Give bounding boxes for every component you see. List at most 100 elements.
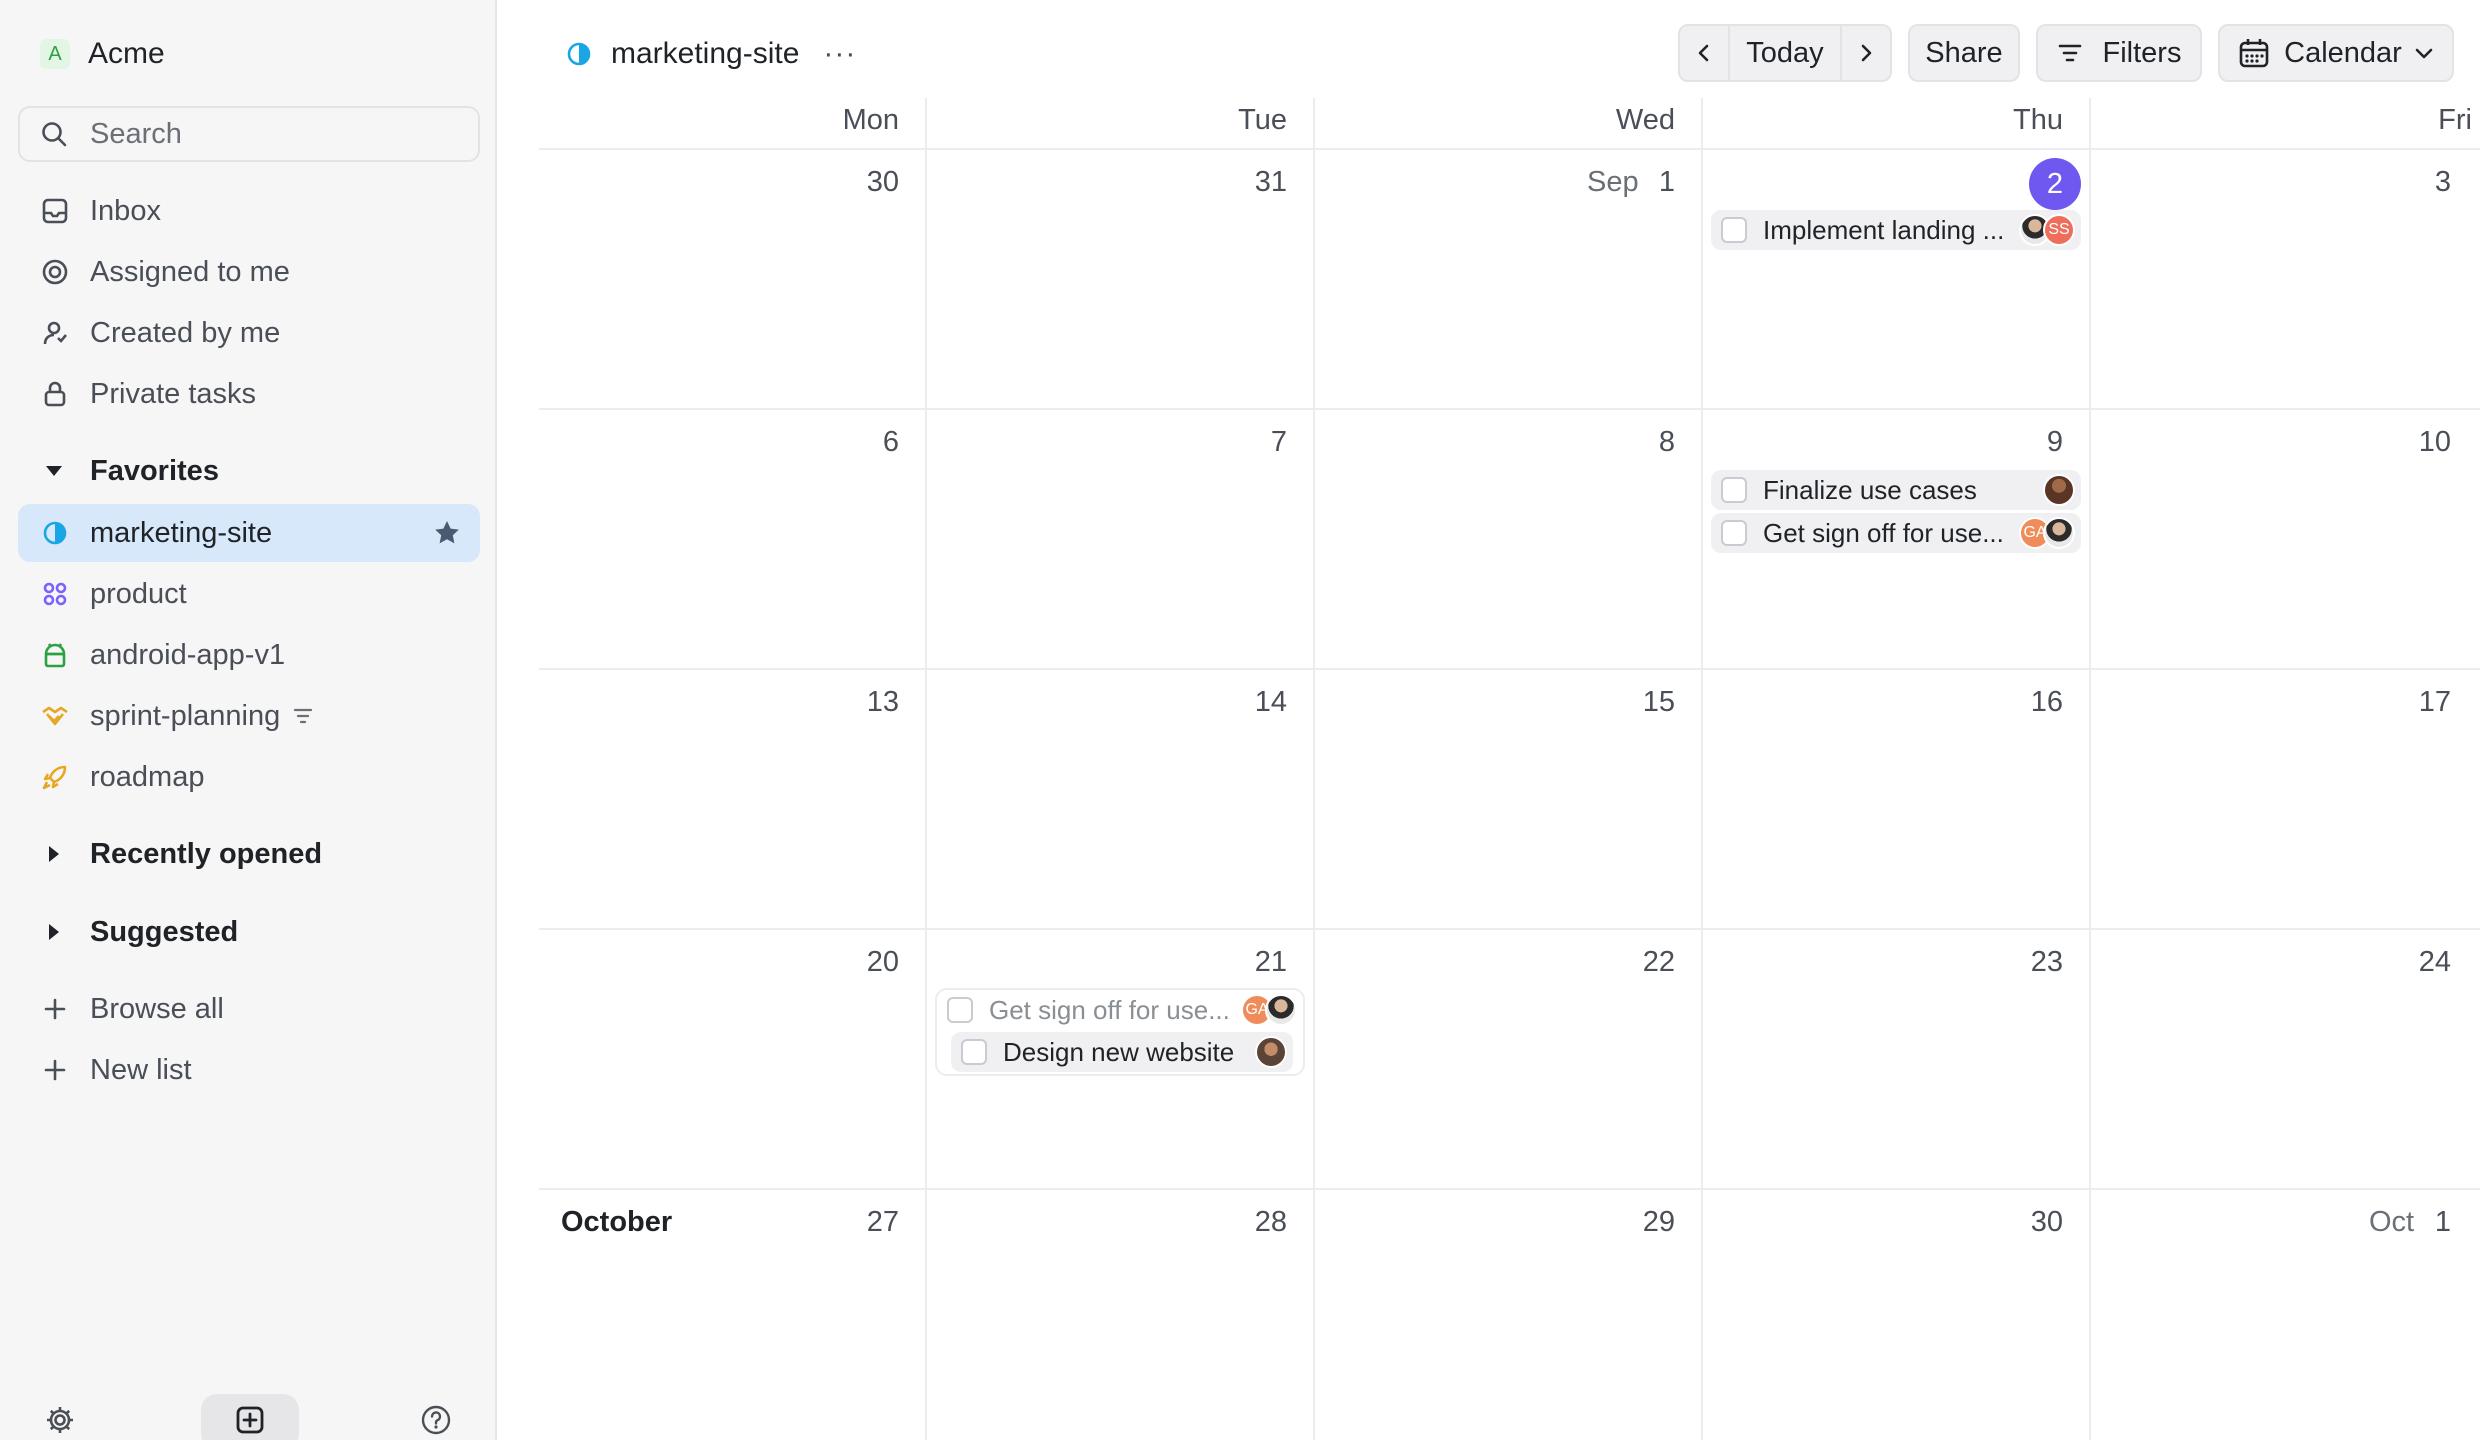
today-day-number[interactable]: 2 — [2029, 158, 2081, 210]
chevron-down-icon — [2414, 43, 2434, 63]
grid-line — [539, 408, 2480, 410]
settings-button[interactable] — [40, 1394, 80, 1440]
task-checkbox[interactable] — [1721, 477, 1747, 503]
filters-button[interactable]: Filters — [2036, 24, 2202, 82]
task-checkbox[interactable] — [961, 1039, 987, 1065]
calendar-grid: Mon Tue Wed Thu Fri 30 31 Sep 1 2 3 6 7 … — [539, 98, 2480, 1440]
grid-line — [1313, 98, 1315, 1440]
sidebar-item-roadmap[interactable]: roadmap — [18, 748, 480, 806]
new-list-button[interactable]: New list — [18, 1041, 480, 1099]
day-number[interactable]: 13 — [839, 686, 899, 719]
day-number[interactable]: 7 — [1227, 426, 1287, 459]
task-checkbox[interactable] — [1721, 520, 1747, 546]
task-checkbox[interactable] — [947, 997, 973, 1023]
grid-line — [925, 98, 927, 1440]
day-number[interactable]: 16 — [2003, 686, 2063, 719]
day-number[interactable]: 1 — [2401, 1206, 2451, 1239]
task-card[interactable]: Design new website — [951, 1032, 1293, 1072]
inbox-icon — [40, 196, 70, 226]
handshake-icon — [40, 701, 70, 731]
day-number[interactable]: 15 — [1615, 686, 1675, 719]
browse-all-button[interactable]: Browse all — [18, 980, 480, 1038]
day-number[interactable]: 3 — [2401, 166, 2451, 199]
new-task-button[interactable] — [201, 1394, 299, 1440]
grid-line — [539, 668, 2480, 670]
suggested-toggle[interactable]: Suggested — [18, 907, 238, 957]
plus-icon — [40, 1055, 70, 1085]
gear-icon — [44, 1404, 76, 1440]
favorites-section-toggle[interactable]: Favorites — [18, 446, 219, 496]
more-options-button[interactable]: ··· — [823, 37, 856, 71]
day-number[interactable]: 22 — [1615, 946, 1675, 979]
sidebar-item-android-app[interactable]: android-app-v1 — [18, 626, 480, 684]
avatar: SS — [2043, 214, 2075, 246]
day-number[interactable]: 10 — [2391, 426, 2451, 459]
search-input[interactable]: Search — [18, 106, 480, 162]
day-number[interactable]: 23 — [2003, 946, 2063, 979]
star-icon[interactable] — [432, 518, 462, 548]
sidebar-item-marketing-site[interactable]: marketing-site — [18, 504, 480, 562]
workspace-avatar: A — [40, 39, 70, 69]
sidebar-item-label: Created by me — [90, 316, 281, 349]
day-number[interactable]: 14 — [1227, 686, 1287, 719]
sidebar-item-product[interactable]: product — [18, 565, 480, 623]
next-period-button[interactable] — [1842, 26, 1890, 80]
search-icon — [40, 120, 68, 148]
sidebar-item-label: Inbox — [90, 194, 161, 227]
help-icon — [420, 1404, 452, 1440]
weekday-header: Wed — [1615, 104, 1675, 136]
day-number[interactable]: 21 — [1227, 946, 1287, 979]
day-number[interactable]: 24 — [2391, 946, 2451, 979]
weekday-header: Mon — [842, 104, 899, 136]
day-number[interactable]: 17 — [2391, 686, 2451, 719]
half-circle-icon — [40, 518, 70, 548]
day-number[interactable]: 20 — [839, 946, 899, 979]
day-number[interactable]: 9 — [2003, 426, 2063, 459]
weekday-header: Tue — [1238, 104, 1287, 136]
task-checkbox[interactable] — [1721, 217, 1747, 243]
task-card[interactable]: Implement landing ... SS — [1711, 210, 2081, 250]
task-title: Get sign off for use... — [1763, 517, 2004, 548]
weekday-header: Thu — [2013, 104, 2063, 136]
recently-opened-toggle[interactable]: Recently opened — [18, 829, 322, 879]
new-list-label: New list — [90, 1053, 192, 1086]
day-number[interactable]: 27 — [839, 1206, 899, 1239]
day-number[interactable]: 1 — [1615, 166, 1675, 199]
grid-line — [539, 928, 2480, 930]
day-number[interactable]: 31 — [1227, 166, 1287, 199]
workspace-switcher[interactable]: A Acme — [40, 34, 165, 74]
sidebar-item-inbox[interactable]: Inbox — [18, 182, 480, 240]
project-title: marketing-site — [611, 37, 800, 70]
today-button[interactable]: Today — [1728, 26, 1842, 80]
view-selector[interactable]: Calendar — [2218, 24, 2454, 82]
day-number[interactable]: 28 — [1227, 1206, 1287, 1239]
chevron-left-icon — [1698, 44, 1709, 62]
sidebar-item-sprint-planning[interactable]: sprint-planning — [18, 687, 480, 745]
task-card[interactable]: Get sign off for use... GA — [1711, 513, 2081, 553]
target-icon — [40, 257, 70, 287]
sidebar-item-private[interactable]: Private tasks — [18, 365, 480, 423]
task-card[interactable]: Get sign off for use... GA — [937, 990, 1303, 1030]
sidebar-item-created[interactable]: Created by me — [18, 304, 480, 362]
workspace-name: Acme — [88, 37, 165, 70]
chevron-right-icon — [1861, 44, 1872, 62]
calendar-icon — [2238, 37, 2270, 69]
prev-period-button[interactable] — [1680, 26, 1728, 80]
caret-down-icon — [42, 459, 66, 483]
day-number[interactable]: 8 — [1615, 426, 1675, 459]
grid-line — [539, 1188, 2480, 1190]
day-number[interactable]: 30 — [2003, 1206, 2063, 1239]
weekday-header: Fri — [2438, 104, 2472, 136]
view-label: Calendar — [2284, 36, 2402, 69]
share-button[interactable]: Share — [1908, 24, 2020, 82]
day-number[interactable]: 6 — [839, 426, 899, 459]
caret-right-icon — [42, 842, 66, 866]
task-card[interactable]: Finalize use cases — [1711, 470, 2081, 510]
sidebar-item-assigned[interactable]: Assigned to me — [18, 243, 480, 301]
help-button[interactable] — [416, 1394, 456, 1440]
sidebar: A Acme Search Inbox Assigned to me Creat… — [0, 0, 497, 1440]
avatar — [2043, 474, 2075, 506]
day-number[interactable]: 29 — [1615, 1206, 1675, 1239]
caret-right-icon — [42, 920, 66, 944]
day-number[interactable]: 30 — [839, 166, 899, 199]
